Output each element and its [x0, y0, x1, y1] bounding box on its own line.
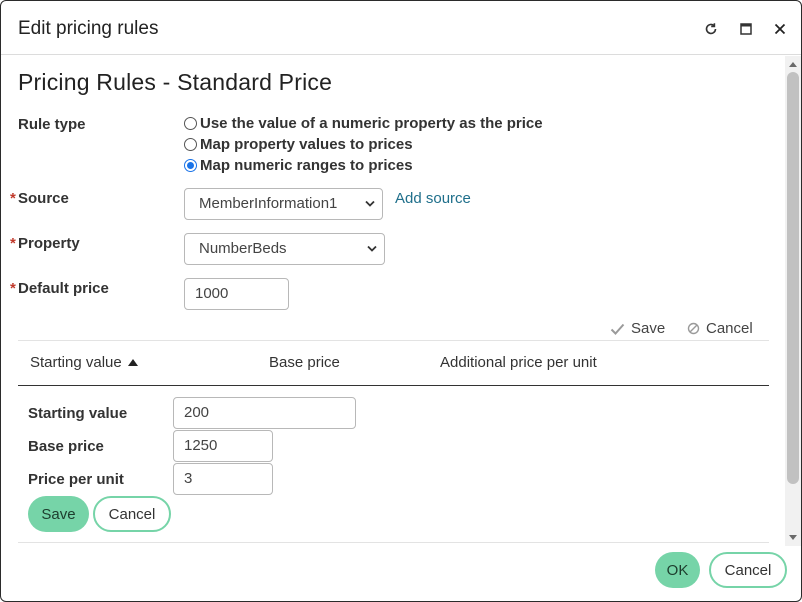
add-source-link[interactable]: Add source: [395, 190, 471, 207]
scrollbar-thumb[interactable]: [787, 72, 799, 484]
starting-value-input[interactable]: 200: [173, 397, 356, 429]
close-icon[interactable]: [769, 18, 791, 40]
page-title: Pricing Rules - Standard Price: [18, 69, 333, 95]
rule-type-option-numeric-property[interactable]: Use the value of a numeric property as t…: [184, 115, 543, 132]
radio-button-selected[interactable]: [184, 159, 197, 172]
column-header-additional-price[interactable]: Additional price per unit: [440, 354, 597, 371]
sort-ascending-icon: [127, 359, 138, 366]
scroll-up-arrow-icon[interactable]: [789, 62, 797, 67]
edit-pricing-rules-dialog: Edit pricing rules Pricing Rules - Stand…: [0, 0, 802, 602]
source-select[interactable]: MemberInformation1: [184, 188, 383, 220]
edit-starting-value-label: Starting value: [28, 405, 128, 422]
footer-cancel-button[interactable]: Cancel: [709, 552, 787, 588]
maximize-icon[interactable]: [735, 18, 757, 40]
dialog-titlebar: Edit pricing rules: [1, 1, 801, 55]
edit-price-per-unit-label: Price per unit: [28, 471, 124, 488]
required-marker: *: [10, 280, 16, 297]
cancel-icon: [687, 322, 700, 335]
grid-save-button[interactable]: Save: [610, 320, 665, 337]
edit-base-price-label: Base price: [28, 438, 104, 455]
dialog-content: Pricing Rules - Standard Price Rule type…: [1, 56, 785, 546]
grid-bottom-border: [18, 542, 769, 543]
checkmark-icon: [610, 323, 625, 335]
ok-button[interactable]: OK: [655, 552, 700, 588]
source-label: * Source: [10, 190, 69, 207]
property-label: * Property: [10, 235, 80, 252]
rule-type-option-map-numeric-ranges[interactable]: Map numeric ranges to prices: [184, 157, 413, 174]
default-price-input[interactable]: 1000: [184, 278, 289, 310]
row-save-button[interactable]: Save: [28, 496, 89, 532]
radio-label: Map numeric ranges to prices: [200, 157, 413, 174]
column-header-base-price[interactable]: Base price: [269, 354, 340, 371]
default-price-label: * Default price: [10, 280, 109, 297]
required-marker: *: [10, 235, 16, 252]
radio-label: Map property values to prices: [200, 136, 413, 153]
chevron-down-icon: [367, 245, 377, 252]
rule-type-option-map-property-values[interactable]: Map property values to prices: [184, 136, 413, 153]
grid-header-top-border: [18, 340, 769, 341]
grid-header-bottom-border: [18, 385, 769, 386]
required-marker: *: [10, 190, 16, 207]
property-select-value: NumberBeds: [199, 240, 287, 257]
radio-button[interactable]: [184, 138, 197, 151]
refresh-icon[interactable]: [700, 18, 722, 40]
column-header-starting-value[interactable]: Starting value: [30, 354, 138, 371]
property-select[interactable]: NumberBeds: [184, 233, 385, 265]
row-cancel-button[interactable]: Cancel: [93, 496, 171, 532]
grid-cancel-button[interactable]: Cancel: [687, 320, 753, 337]
price-per-unit-input[interactable]: 3: [173, 463, 273, 495]
dialog-title: Edit pricing rules: [18, 18, 159, 39]
scroll-down-arrow-icon[interactable]: [789, 535, 797, 540]
radio-label: Use the value of a numeric property as t…: [200, 115, 543, 132]
radio-button[interactable]: [184, 117, 197, 130]
vertical-scrollbar[interactable]: [785, 56, 801, 546]
chevron-down-icon: [365, 200, 375, 207]
source-select-value: MemberInformation1: [199, 195, 338, 212]
rule-type-label: Rule type: [18, 116, 86, 133]
base-price-input[interactable]: 1250: [173, 430, 273, 462]
